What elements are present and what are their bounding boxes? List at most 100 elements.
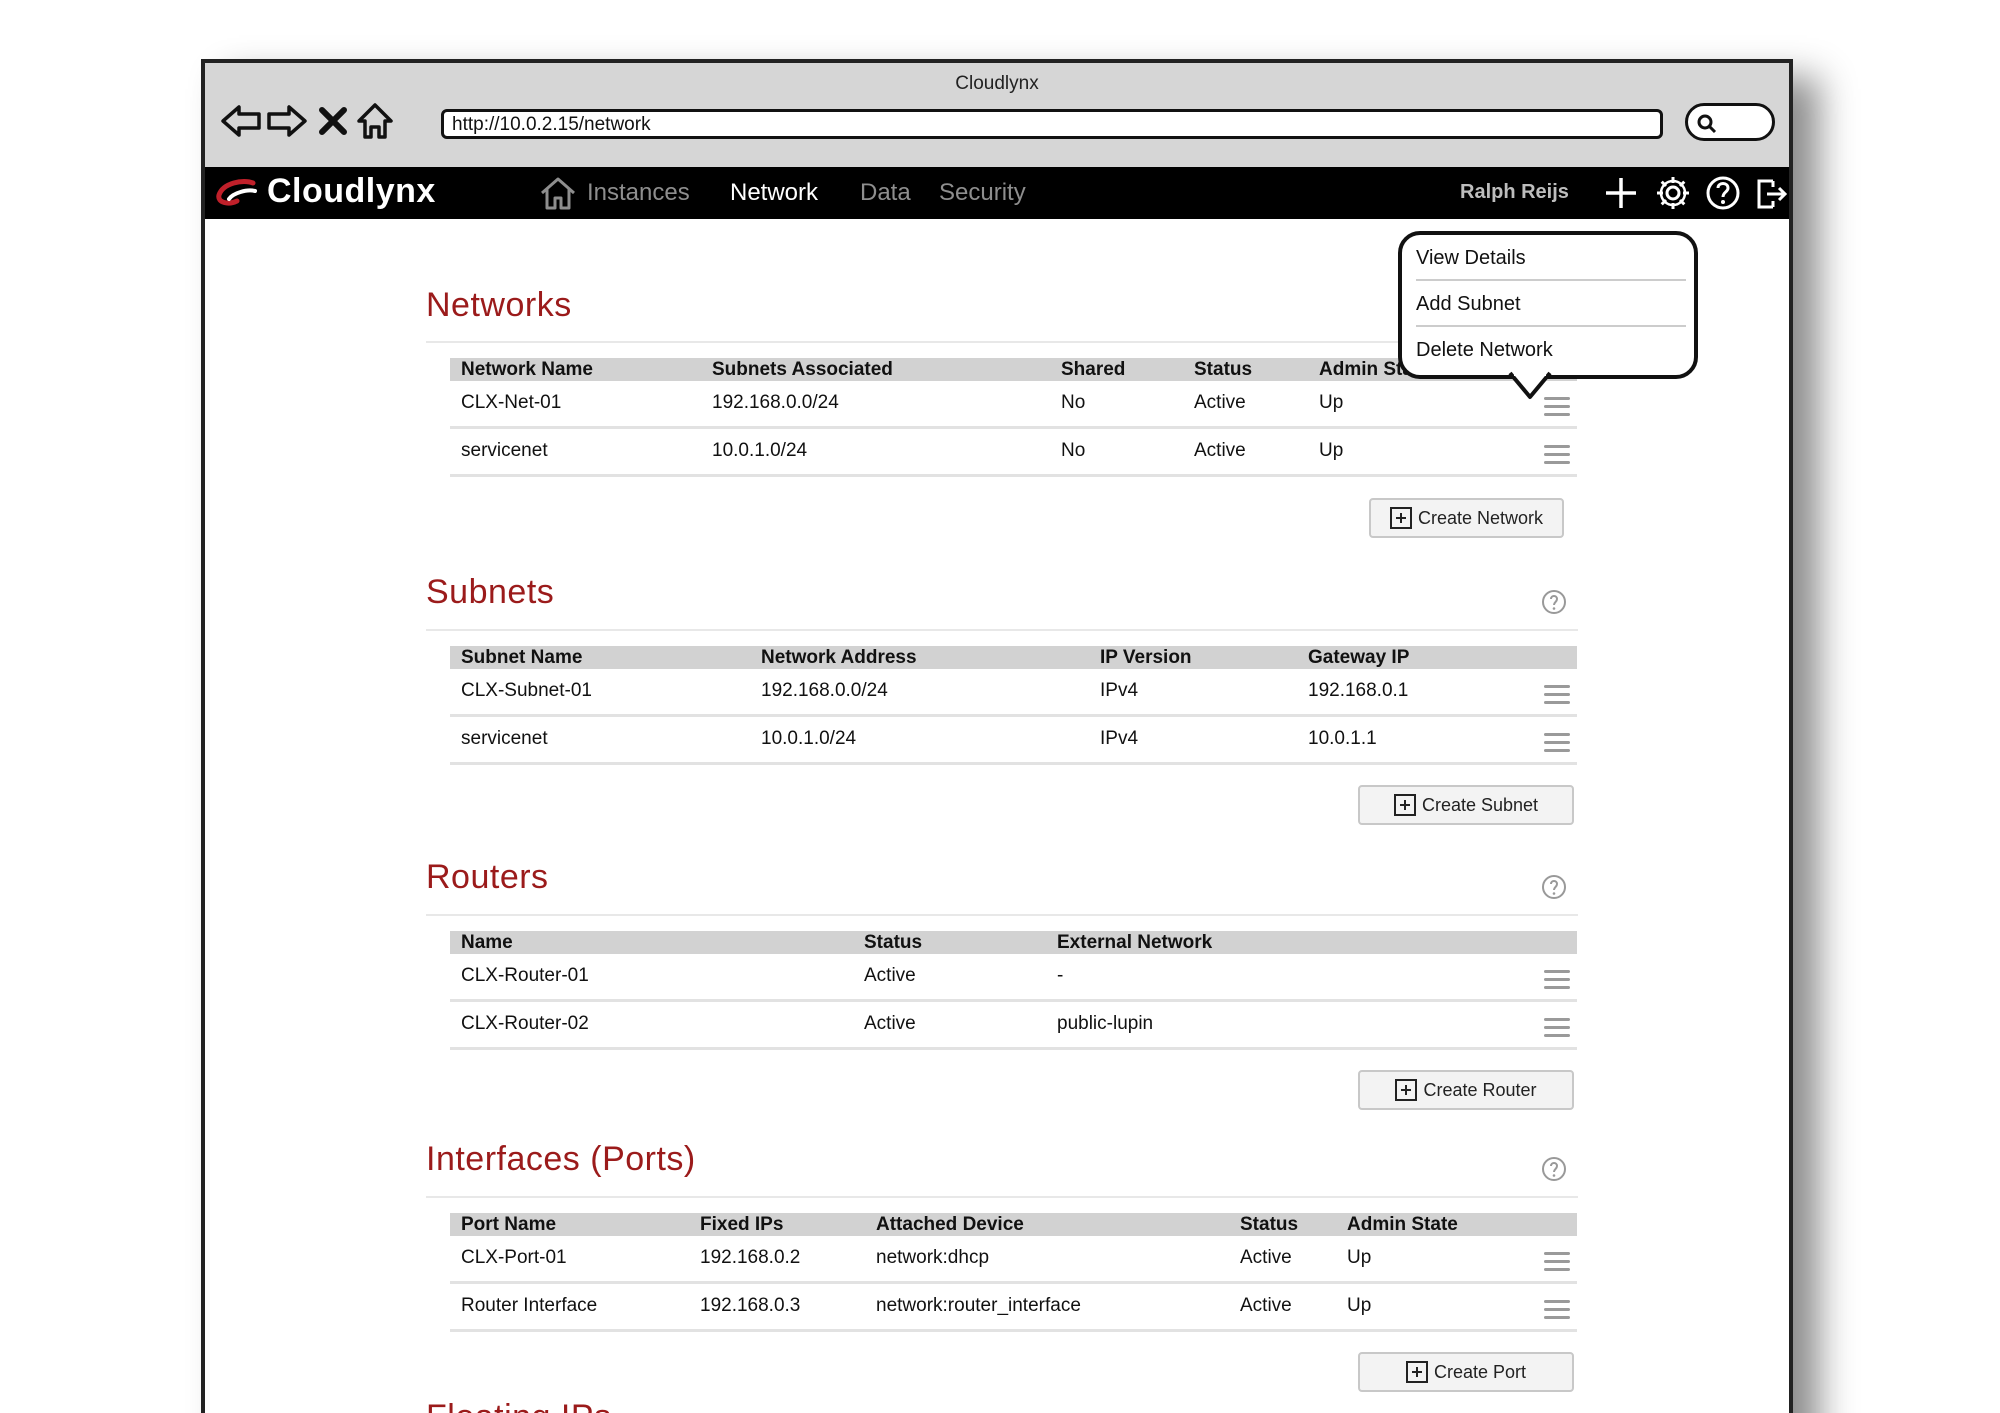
subnets-title: Subnets — [426, 573, 555, 611]
add-plus-icon[interactable] — [1601, 173, 1641, 213]
user-name[interactable]: Ralph Reijs — [1460, 181, 1569, 204]
cloudlynx-logo-icon — [216, 179, 257, 206]
address-bar[interactable]: http://10.0.2.15/network — [441, 109, 1663, 139]
column-header: Name — [461, 932, 513, 953]
row-menu-icon[interactable] — [1544, 970, 1570, 992]
cell: No — [1061, 440, 1086, 461]
table-row[interactable]: CLX-Router-01 Active - — [450, 954, 1577, 1002]
forward-arrow-icon[interactable] — [263, 97, 311, 145]
create-router-button[interactable]: Create Router — [1358, 1070, 1574, 1110]
section-divider — [426, 1196, 1578, 1198]
create-network-button[interactable]: Create Network — [1369, 498, 1564, 538]
cell: Up — [1347, 1247, 1372, 1268]
cell: Active — [1194, 392, 1246, 413]
cell: Active — [864, 1013, 916, 1034]
cell: Router Interface — [461, 1295, 598, 1316]
column-header: Port Name — [461, 1214, 557, 1235]
table-row[interactable]: servicenet 10.0.1.0/24 No Active Up — [450, 429, 1577, 477]
nav-instances[interactable]: Instances — [587, 179, 690, 207]
table-row[interactable]: CLX-Subnet-01 192.168.0.0/24 IPv4 192.16… — [450, 669, 1577, 717]
cell: CLX-Net-01 — [461, 392, 562, 413]
cell: - — [1057, 965, 1064, 986]
subnets-table: Subnet Name Network Address IP Version G… — [450, 646, 1577, 765]
nav-data[interactable]: Data — [860, 179, 911, 207]
menu-item-view-details[interactable]: View Details — [1416, 247, 1526, 270]
column-header: Network Address — [761, 647, 917, 668]
cell: 192.168.0.2 — [700, 1247, 801, 1268]
routers-table: Name Status External Network CLX-Router-… — [450, 931, 1577, 1050]
app-top-nav: Cloudlynx Instances Network Data Securit… — [205, 167, 1789, 219]
home-icon[interactable] — [351, 97, 399, 145]
cell: IPv4 — [1100, 680, 1139, 701]
menu-separator — [1416, 279, 1686, 281]
table-row[interactable]: CLX-Port-01 192.168.0.2 network:dhcp Act… — [450, 1236, 1577, 1284]
button-label: Create Router — [1423, 1079, 1537, 1100]
settings-gear-icon[interactable] — [1653, 173, 1693, 213]
table-header: Port Name Fixed IPs Attached Device Stat… — [450, 1213, 1577, 1236]
row-menu-icon[interactable] — [1544, 733, 1570, 755]
cell: 10.0.1.1 — [1308, 728, 1377, 749]
routers-title: Routers — [426, 858, 549, 896]
column-header: Shared — [1061, 359, 1126, 380]
menu-item-add-subnet[interactable]: Add Subnet — [1416, 293, 1521, 316]
button-label: Create Subnet — [1421, 794, 1539, 815]
row-menu-icon[interactable] — [1544, 685, 1570, 707]
button-label: Create Network — [1417, 507, 1544, 528]
menu-item-delete-network[interactable]: Delete Network — [1416, 339, 1553, 362]
nav-security[interactable]: Security — [939, 179, 1026, 207]
column-header: Status — [1194, 359, 1253, 380]
cell: Up — [1347, 1295, 1372, 1316]
cell: 192.168.0.0/24 — [712, 392, 839, 413]
browser-chrome: Cloudlynx http://10.0.2.15/network — [205, 63, 1789, 167]
create-port-button[interactable]: Create Port — [1358, 1352, 1574, 1392]
stop-x-icon[interactable] — [309, 97, 357, 145]
cell: Up — [1319, 440, 1344, 461]
cell: Up — [1319, 392, 1344, 413]
column-header: External Network — [1057, 932, 1213, 953]
cell: 192.168.0.1 — [1308, 680, 1409, 701]
browser-search-field[interactable] — [1685, 103, 1775, 141]
table-row[interactable]: CLX-Router-02 Active public-lupin — [450, 1002, 1577, 1050]
help-circle-icon[interactable] — [1541, 874, 1567, 900]
table-row[interactable]: Router Interface 192.168.0.3 network:rou… — [450, 1284, 1577, 1332]
row-menu-icon[interactable] — [1544, 1300, 1570, 1322]
table-row[interactable]: CLX-Net-01 192.168.0.0/24 No Active Up — [450, 381, 1577, 429]
cell: network:dhcp — [876, 1247, 990, 1268]
help-circle-icon[interactable] — [1541, 1156, 1567, 1182]
cell: IPv4 — [1100, 728, 1139, 749]
cell: Active — [1240, 1247, 1292, 1268]
cell: 192.168.0.3 — [700, 1295, 801, 1316]
cell: public-lupin — [1057, 1013, 1154, 1034]
nav-network[interactable]: Network — [730, 179, 818, 207]
column-header: Subnet Name — [461, 647, 583, 668]
help-icon[interactable] — [1703, 173, 1743, 213]
cell: network:router_interface — [876, 1295, 1081, 1316]
cell: 10.0.1.0/24 — [761, 728, 857, 749]
row-menu-icon[interactable] — [1544, 1252, 1570, 1274]
back-arrow-icon[interactable] — [217, 97, 265, 145]
cell: CLX-Router-02 — [461, 1013, 589, 1034]
logout-icon[interactable] — [1751, 173, 1789, 213]
column-header: Gateway IP — [1308, 647, 1410, 668]
section-divider — [426, 629, 1578, 631]
help-circle-icon[interactable] — [1541, 589, 1567, 615]
search-icon — [1697, 114, 1717, 134]
plus-box-icon — [1389, 507, 1412, 529]
networks-title: Networks — [426, 286, 572, 324]
column-header: Attached Device — [876, 1214, 1024, 1235]
cell: servicenet — [461, 728, 548, 749]
cell: Active — [864, 965, 916, 986]
plus-box-icon — [1395, 1079, 1418, 1101]
plus-box-icon — [1393, 794, 1416, 816]
cell: CLX-Port-01 — [461, 1247, 567, 1268]
row-menu-icon[interactable] — [1544, 1018, 1570, 1040]
column-header: Subnets Associated — [712, 359, 893, 380]
table-row[interactable]: servicenet 10.0.1.0/24 IPv4 10.0.1.1 — [450, 717, 1577, 765]
column-header: Network Name — [461, 359, 593, 380]
nav-home-icon[interactable] — [539, 175, 577, 211]
cell: CLX-Subnet-01 — [461, 680, 592, 701]
table-header: Subnet Name Network Address IP Version G… — [450, 646, 1577, 669]
create-subnet-button[interactable]: Create Subnet — [1358, 785, 1574, 825]
row-menu-icon[interactable] — [1544, 445, 1570, 467]
browser-window: Cloudlynx http://10.0.2.15/network Cloud… — [201, 59, 1793, 1413]
